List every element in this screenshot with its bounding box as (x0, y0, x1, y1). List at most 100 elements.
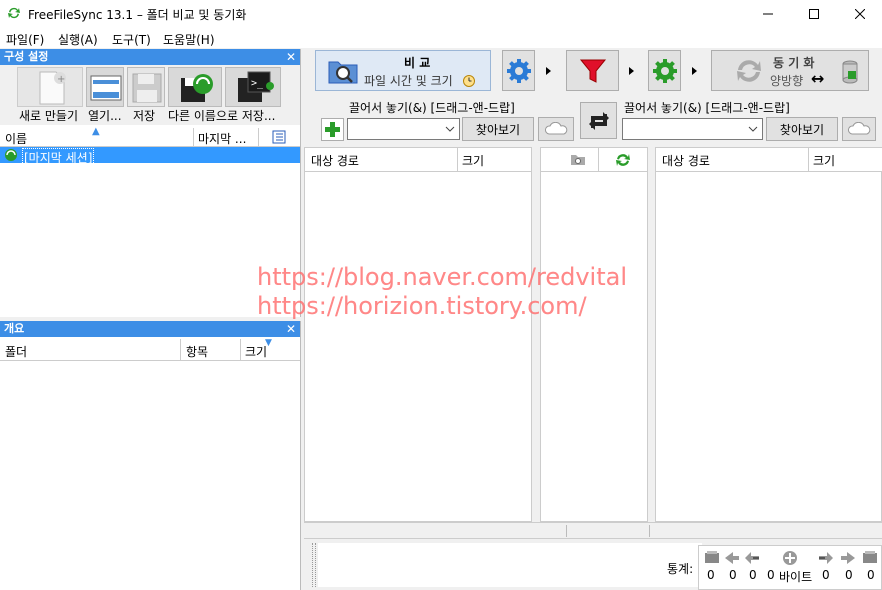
sync-label: 동 기 화 (773, 56, 815, 70)
overview-panel-close-icon[interactable]: ✕ (286, 321, 296, 337)
middle-action-grid[interactable] (540, 147, 648, 522)
column-items[interactable]: 항목 (186, 343, 208, 360)
filter-menu-arrow[interactable] (623, 50, 639, 91)
left-drag-label: 끌어서 놓기(&) [드래그-앤-드랍] (349, 101, 515, 115)
swap-arrows-icon (589, 112, 609, 130)
left-browse-label: 찾아보기 (475, 122, 521, 137)
stat-left-delete: 0 (749, 568, 757, 582)
synchronize-button[interactable]: 동 기 화 양방향 ↔ (711, 50, 869, 91)
dropdown-arrow-icon (628, 66, 634, 75)
sync-arrows-icon (737, 60, 761, 82)
add-folder-pair-button[interactable] (321, 118, 344, 141)
column-settings-icon[interactable] (272, 130, 286, 144)
status-divider (566, 525, 567, 537)
column-divider (180, 339, 181, 360)
right-cloud-button[interactable] (842, 117, 876, 141)
left-update-icon (725, 552, 739, 564)
compare-folder-small-icon[interactable] (570, 153, 586, 166)
two-way-arrow-icon: ↔ (811, 69, 825, 88)
save-as-button[interactable] (168, 67, 222, 107)
right-update-icon (841, 552, 855, 564)
new-config-button[interactable]: + (17, 67, 83, 107)
compare-folder-icon (328, 61, 358, 84)
minimize-button[interactable] (745, 0, 791, 28)
middle-grid-header (541, 148, 647, 172)
sync-small-icon[interactable] (615, 152, 631, 168)
stat-right-update: 0 (845, 568, 853, 582)
dropdown-arrow-icon (691, 66, 697, 75)
right-browse-button[interactable]: 찾아보기 (766, 117, 838, 141)
log-area (318, 543, 702, 587)
sync-variant: 양방향 (770, 74, 804, 88)
right-folder-combo[interactable] (622, 118, 763, 140)
sort-asc-icon: ▲ (92, 126, 100, 137)
title-bar: FreeFileSync 13.1 – 폴더 비교 및 동기화 (0, 0, 882, 28)
stat-left-create: 0 (707, 568, 715, 582)
watermark-line2: https://horizion.tistory.com/ (257, 292, 587, 320)
menu-bar: 파일(F) 실행(A) 도구(T) 도움말(H) (0, 28, 882, 48)
left-browse-button[interactable]: 찾아보기 (462, 117, 534, 141)
save-config-label: 저장 (133, 109, 156, 123)
compare-settings-button[interactable] (502, 50, 535, 91)
config-list-item[interactable]: [마지막 세션] (0, 147, 300, 167)
menu-run[interactable]: 실행(A) (58, 31, 98, 48)
right-column-path[interactable]: 대상 경로 (662, 152, 710, 169)
plus-icon (325, 122, 340, 137)
column-name[interactable]: 이름 (5, 130, 27, 147)
column-divider (193, 128, 194, 146)
sync-session-icon (5, 149, 17, 161)
maximize-button[interactable] (791, 0, 837, 28)
drag-handle[interactable] (312, 543, 316, 587)
left-column-size[interactable]: 크기 (462, 152, 484, 169)
close-button[interactable] (837, 0, 882, 28)
overview-panel-title: 개요 (4, 322, 25, 335)
compare-menu-arrow[interactable] (540, 50, 556, 91)
column-divider (598, 148, 599, 171)
left-create-icon (705, 551, 719, 563)
overview-column-header: 폴더 항목 크기 ▼ (0, 338, 300, 361)
column-folder[interactable]: 폴더 (5, 343, 27, 360)
right-column-size[interactable]: 크기 (813, 152, 835, 169)
stat-bytes-value: 0 (767, 568, 775, 582)
left-delete-icon (745, 552, 759, 564)
config-panel-title: 구성 설정 (4, 50, 49, 63)
filter-funnel-icon (579, 59, 607, 83)
filter-button[interactable] (566, 50, 619, 91)
watermark-line1: https://blog.naver.com/redvital (257, 263, 627, 291)
stat-left-update: 0 (729, 568, 737, 582)
column-divider (258, 128, 259, 146)
save-as-batch-button[interactable]: >_ (225, 67, 281, 107)
left-cloud-button[interactable] (538, 117, 574, 141)
compare-variant: 파일 시간 및 크기 (364, 74, 453, 88)
compare-button[interactable]: 비 교 파일 시간 및 크기 (315, 50, 491, 91)
app-icon (8, 7, 20, 19)
save-disk-icon (132, 73, 162, 103)
green-gear-icon (653, 59, 677, 83)
column-size[interactable]: 크기 (245, 343, 267, 360)
sync-settings-button[interactable] (648, 50, 681, 91)
sync-menu-arrow[interactable] (686, 50, 702, 91)
left-folder-combo[interactable] (347, 118, 460, 140)
right-file-grid[interactable]: 대상 경로 크기 (655, 147, 882, 522)
menu-file[interactable]: 파일(F) (6, 31, 44, 48)
config-item-label: [마지막 세션] (22, 148, 95, 167)
open-config-button[interactable] (86, 67, 124, 107)
menu-help[interactable]: 도움말(H) (163, 31, 215, 48)
left-file-grid[interactable]: 대상 경로 크기 (304, 147, 532, 522)
stat-right-delete: 0 (822, 568, 830, 582)
column-last-sync[interactable]: 마지막 ... (198, 130, 246, 147)
sort-desc-icon: ▼ (265, 338, 272, 348)
status-divider (649, 525, 650, 537)
menu-tools[interactable]: 도구(T) (112, 31, 151, 48)
new-config-label: 새로 만들기 (19, 109, 79, 123)
config-panel-close-icon[interactable]: ✕ (286, 49, 296, 65)
new-file-icon: + (39, 71, 66, 105)
left-column-path[interactable]: 대상 경로 (311, 152, 359, 169)
stat-bytes-unit: 바이트 (779, 570, 813, 584)
swap-sides-button[interactable] (580, 102, 617, 139)
left-grid-header: 대상 경로 크기 (305, 148, 531, 172)
save-config-button[interactable] (127, 67, 165, 107)
chevron-down-icon (748, 126, 758, 132)
right-browse-label: 찾아보기 (779, 122, 825, 137)
gear-icon (507, 59, 531, 83)
